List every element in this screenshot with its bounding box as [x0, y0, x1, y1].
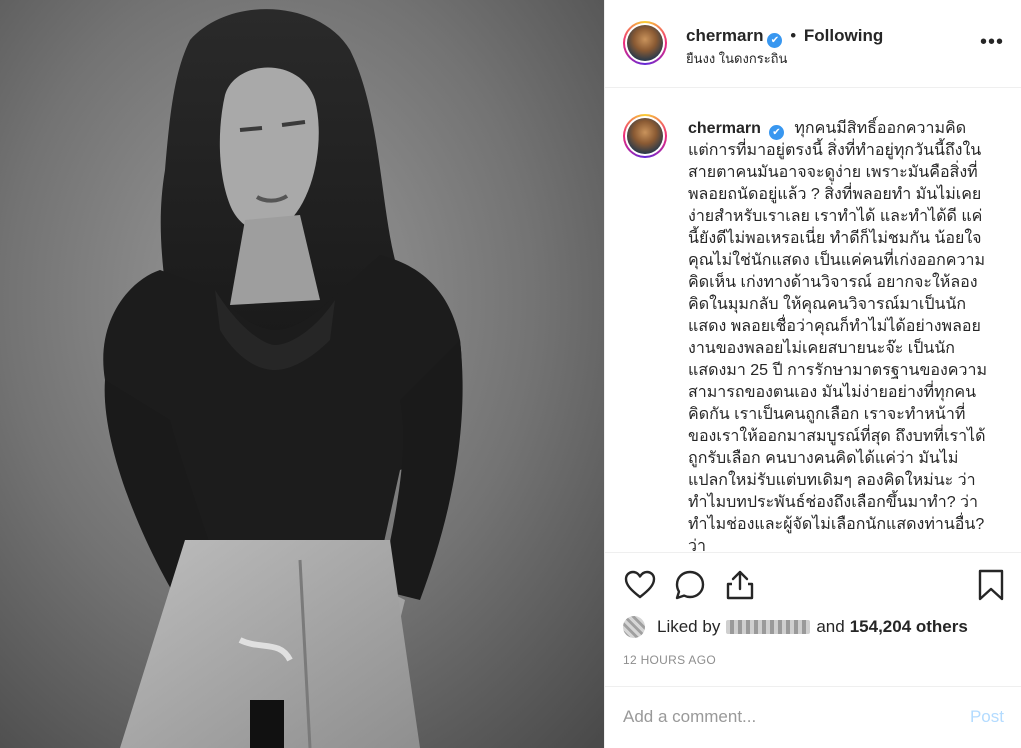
separator-dot: •: [790, 26, 797, 45]
like-heart-icon[interactable]: [623, 568, 657, 602]
location-link[interactable]: ยืนงง ในดงกระถิน: [686, 48, 787, 69]
caption-username[interactable]: chermarn: [688, 120, 761, 137]
portrait-image: [0, 0, 604, 748]
comments-section[interactable]: chermarn ✔ ทุกคนมีสิทธิ์ออกความคิด แต่การ…: [605, 89, 1021, 553]
author-avatar[interactable]: [623, 21, 667, 65]
caption-verified-icon: ✔: [768, 125, 784, 140]
liker-name-redacted: [726, 620, 811, 634]
post-caption: chermarn ✔ ทุกคนมีสิทธิ์ออกความคิด แต่การ…: [688, 118, 988, 553]
post-comment-button[interactable]: Post: [970, 707, 1004, 727]
liker-avatar: [623, 616, 645, 638]
post-timestamp[interactable]: 12 HOURS AGO: [623, 653, 716, 667]
post-header: chermarn ✔ • Following ยืนงง ในดงกระถิน •…: [605, 0, 1021, 88]
comment-bubble-icon[interactable]: [673, 568, 707, 602]
more-options-icon[interactable]: •••: [980, 32, 1004, 52]
save-bookmark-icon[interactable]: [974, 568, 1008, 602]
caption-text: ทุกคนมีสิทธิ์ออกความคิด แต่การที่มาอยู่ต…: [688, 120, 988, 553]
likes-count[interactable]: 154,204 others: [850, 617, 968, 637]
likes-connector: and: [816, 617, 845, 636]
post-photo[interactable]: [0, 0, 604, 748]
comment-input[interactable]: [623, 705, 923, 729]
action-bar: [605, 560, 1021, 612]
add-comment-bar: Post: [605, 686, 1021, 748]
following-button[interactable]: Following: [804, 26, 883, 45]
post-sidebar: chermarn ✔ • Following ยืนงง ในดงกระถิน •…: [604, 0, 1021, 748]
share-icon[interactable]: [723, 568, 757, 602]
caption-author-avatar[interactable]: [623, 114, 667, 158]
liked-by-label: Liked by: [657, 617, 721, 636]
verified-badge-icon: ✔: [767, 33, 783, 48]
likes-summary[interactable]: Liked by and 154,204 others: [623, 614, 973, 640]
header-author-line: chermarn ✔ • Following: [686, 26, 883, 48]
author-username[interactable]: chermarn: [686, 26, 763, 45]
